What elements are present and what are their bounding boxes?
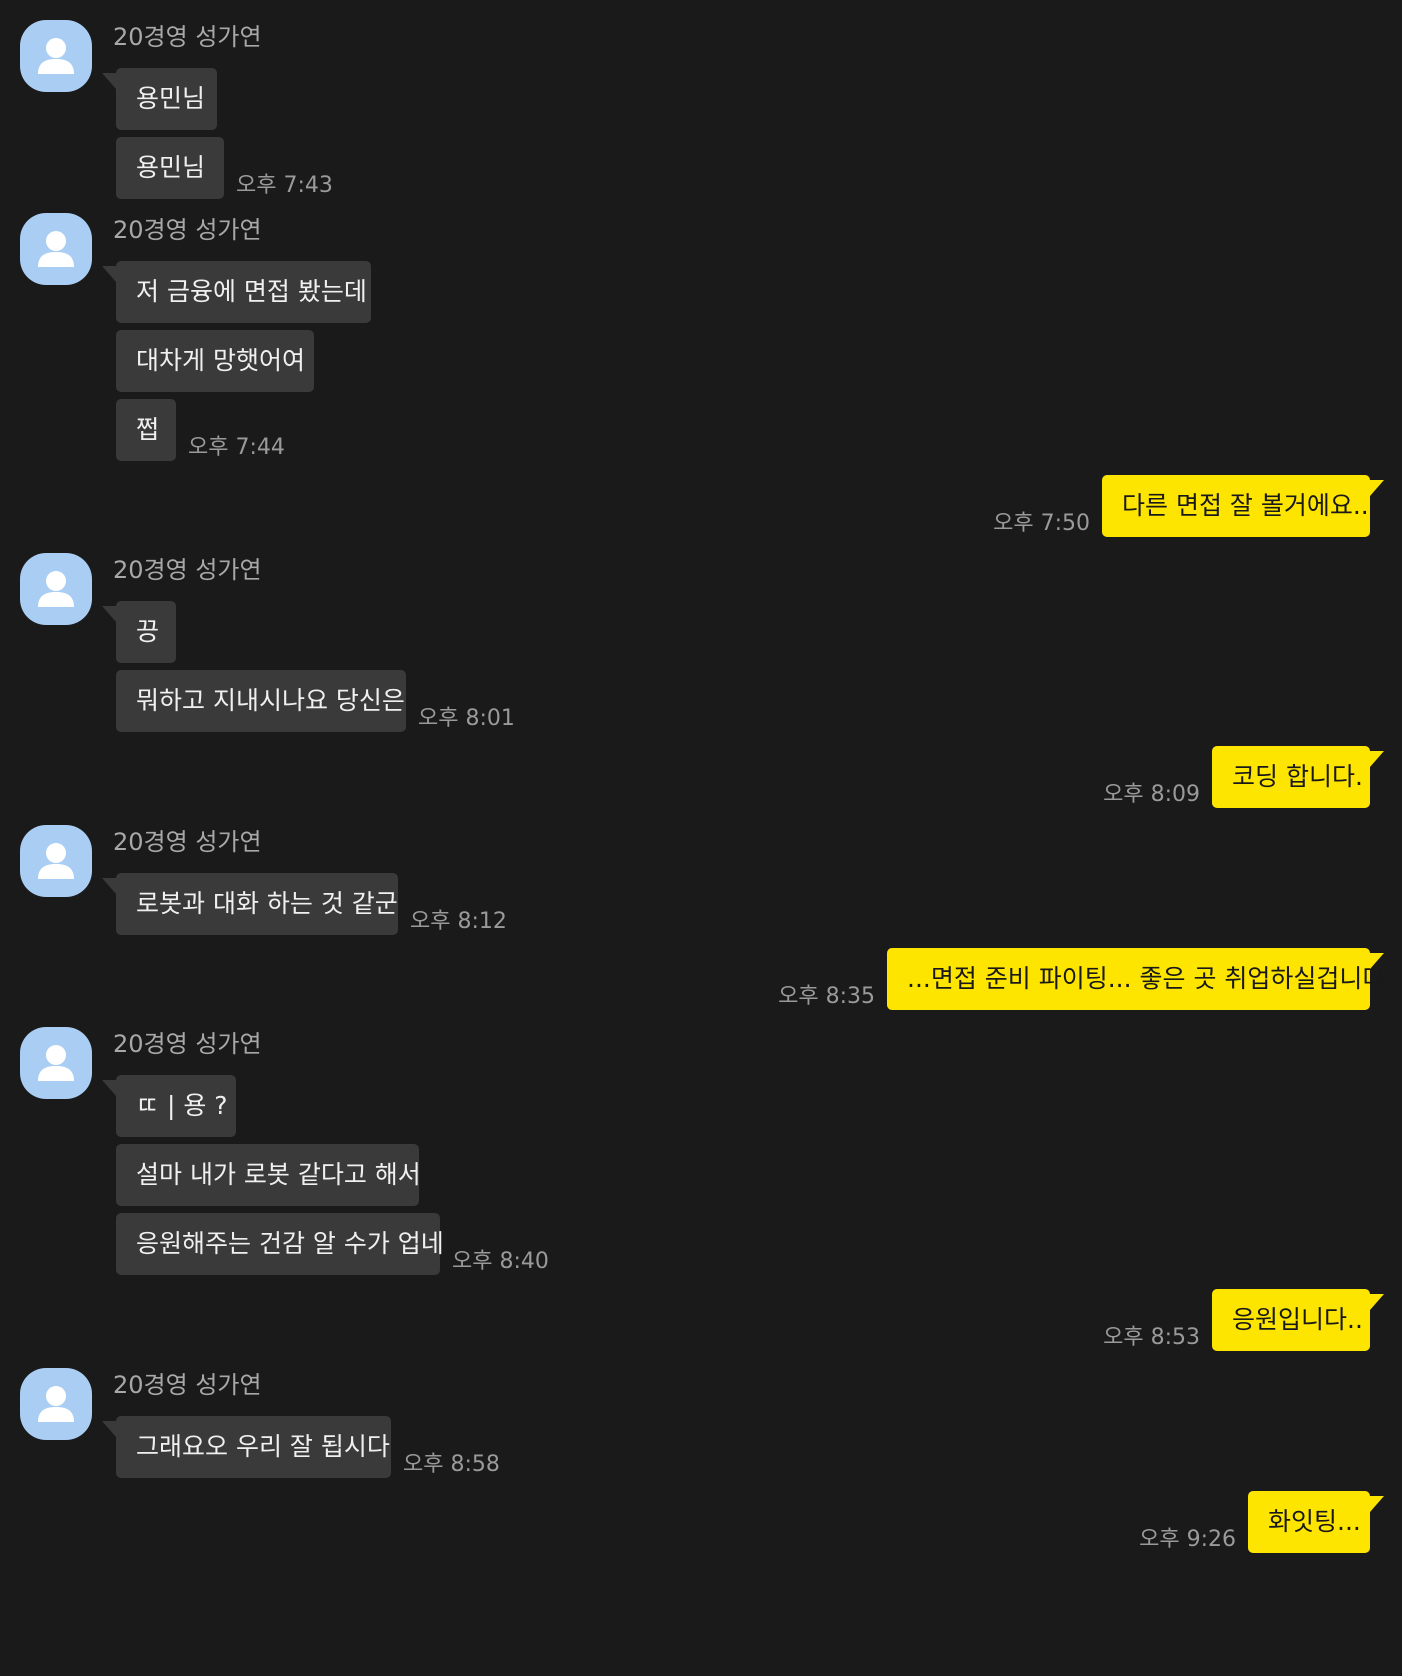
- message-row: 다른 면접 잘 볼거에요... 오후 7:50: [993, 475, 1384, 537]
- bubble-tail: [102, 1080, 116, 1096]
- bubble-tail: [102, 878, 116, 894]
- message-row: 응원입니다.. 오후 8:53: [1103, 1289, 1384, 1351]
- avatar[interactable]: [20, 213, 92, 285]
- sent-message-bubble[interactable]: 응원입니다..: [1212, 1289, 1384, 1351]
- message-row: 로봇과 대화 하는 것 같군오후 8:12: [102, 873, 507, 935]
- message-text: 용민님: [136, 84, 206, 113]
- message-row: 끙: [102, 601, 176, 663]
- bubble-tail: [1370, 751, 1384, 767]
- received-message-bubble[interactable]: 설마 내가 로봇 같다고 해서: [116, 1144, 421, 1206]
- avatar[interactable]: [20, 20, 92, 92]
- message-timestamp: 오후 7:50: [993, 511, 1090, 536]
- sender-name: 20경영 성가연: [113, 216, 262, 244]
- message-row: 그래요오 우리 잘 됩시다오후 8:58: [102, 1416, 500, 1478]
- sender-name: 20경영 성가연: [113, 828, 262, 856]
- sent-message-bubble[interactable]: 다른 면접 잘 볼거에요...: [1102, 475, 1384, 537]
- bubble-tail: [1370, 1496, 1384, 1512]
- avatar[interactable]: [20, 825, 92, 897]
- received-message-bubble[interactable]: 끙: [102, 601, 176, 663]
- message-row: 화잇팅... 오후 9:26: [1139, 1491, 1384, 1553]
- message-text: 용민님: [136, 153, 206, 182]
- person-icon: [38, 571, 74, 607]
- message-timestamp: 오후 8:58: [403, 1452, 500, 1477]
- message-text: 설마 내가 로봇 같다고 해서: [136, 1160, 421, 1189]
- message-timestamp: 오후 8:40: [452, 1249, 549, 1274]
- avatar[interactable]: [20, 1027, 92, 1099]
- bubble-tail: [1370, 480, 1384, 496]
- sent-message-bubble[interactable]: 화잇팅...: [1248, 1491, 1384, 1553]
- sender-name: 20경영 성가연: [113, 556, 262, 584]
- bubble-tail: [102, 606, 116, 622]
- message-row: 용민님오후 7:43: [116, 137, 333, 199]
- message-timestamp: 오후 7:43: [236, 173, 333, 198]
- person-icon: [38, 38, 74, 74]
- message-text: 끙: [136, 617, 160, 646]
- message-text: 저 금융에 면접 봤는데: [136, 277, 367, 306]
- message-text: 응원입니다..: [1232, 1305, 1363, 1334]
- bubble-tail: [102, 73, 116, 89]
- received-message-bubble[interactable]: 응원해주는 건감 알 수가 업네: [116, 1213, 444, 1275]
- message-row: 설마 내가 로봇 같다고 해서: [116, 1144, 421, 1206]
- person-icon: [38, 231, 74, 267]
- message-row: 뭐하고 지내시나요 당신은오후 8:01: [116, 670, 515, 732]
- received-message-bubble[interactable]: 용민님: [116, 137, 224, 199]
- received-message-bubble[interactable]: 쩝: [116, 399, 176, 461]
- message-timestamp: 오후 7:44: [188, 435, 285, 460]
- message-timestamp: 오후 9:26: [1139, 1527, 1236, 1552]
- received-message-bubble[interactable]: 뭐하고 지내시나요 당신은: [116, 670, 406, 732]
- avatar[interactable]: [20, 553, 92, 625]
- message-row: 응원해주는 건감 알 수가 업네오후 8:40: [116, 1213, 549, 1275]
- bubble-tail: [102, 266, 116, 282]
- message-timestamp: 오후 8:12: [410, 909, 507, 934]
- message-text: 응원해주는 건감 알 수가 업네: [136, 1229, 444, 1258]
- message-text: 다른 면접 잘 볼거에요...: [1122, 491, 1377, 520]
- message-text: 그래요오 우리 잘 됩시다: [136, 1432, 390, 1461]
- message-row: 저 금융에 면접 봤는데: [102, 261, 371, 323]
- message-text: 로봇과 대화 하는 것 같군: [136, 889, 398, 918]
- sent-message-bubble[interactable]: ...면접 준비 파이팅... 좋은 곳 취업하실겁니다..: [887, 948, 1401, 1010]
- sent-message-bubble[interactable]: 코딩 합니다.: [1212, 746, 1384, 808]
- message-row: 용민님: [102, 68, 217, 130]
- message-text: ㄸ | 용 ?: [136, 1091, 228, 1120]
- message-row: 쩝오후 7:44: [116, 399, 285, 461]
- received-message-bubble[interactable]: ㄸ | 용 ?: [102, 1075, 236, 1137]
- message-text: 코딩 합니다.: [1232, 762, 1363, 791]
- sender-name: 20경영 성가연: [113, 1030, 262, 1058]
- message-row: 코딩 합니다. 오후 8:09: [1103, 746, 1384, 808]
- received-message-bubble[interactable]: 용민님: [102, 68, 217, 130]
- sender-name: 20경영 성가연: [113, 23, 262, 51]
- message-text: ...면접 준비 파이팅... 좋은 곳 취업하실겁니다..: [907, 964, 1402, 993]
- person-icon: [38, 1045, 74, 1081]
- bubble-tail: [1370, 1294, 1384, 1310]
- message-text: 뭐하고 지내시나요 당신은: [136, 686, 405, 715]
- bubble-tail: [1370, 953, 1384, 969]
- message-text: 화잇팅...: [1268, 1507, 1361, 1536]
- message-timestamp: 오후 8:35: [778, 984, 875, 1009]
- avatar[interactable]: [20, 1368, 92, 1440]
- message-row: ㄸ | 용 ?: [102, 1075, 236, 1137]
- message-timestamp: 오후 8:09: [1103, 782, 1200, 807]
- bubble-tail: [102, 1421, 116, 1437]
- received-message-bubble[interactable]: 그래요오 우리 잘 됩시다: [102, 1416, 391, 1478]
- person-icon: [38, 843, 74, 879]
- received-message-bubble[interactable]: 대차게 망햇어여: [116, 330, 314, 392]
- message-text: 대차게 망햇어여: [136, 346, 305, 375]
- message-row: 대차게 망햇어여: [116, 330, 314, 392]
- message-timestamp: 오후 8:53: [1103, 1325, 1200, 1350]
- message-timestamp: 오후 8:01: [418, 706, 515, 731]
- sender-name: 20경영 성가연: [113, 1371, 262, 1399]
- chat-message-list[interactable]: 20경영 성가연 용민님 용민님 오후 7:43 20경영 성가연 저 금융에 면접 봤는…: [0, 0, 1402, 1676]
- received-message-bubble[interactable]: 로봇과 대화 하는 것 같군: [102, 873, 398, 935]
- message-row: ...면접 준비 파이팅... 좋은 곳 취업하실겁니다.. 오후 8:35: [778, 948, 1401, 1010]
- message-text: 쩝: [136, 415, 160, 444]
- person-icon: [38, 1386, 74, 1422]
- received-message-bubble[interactable]: 저 금융에 면접 봤는데: [102, 261, 371, 323]
